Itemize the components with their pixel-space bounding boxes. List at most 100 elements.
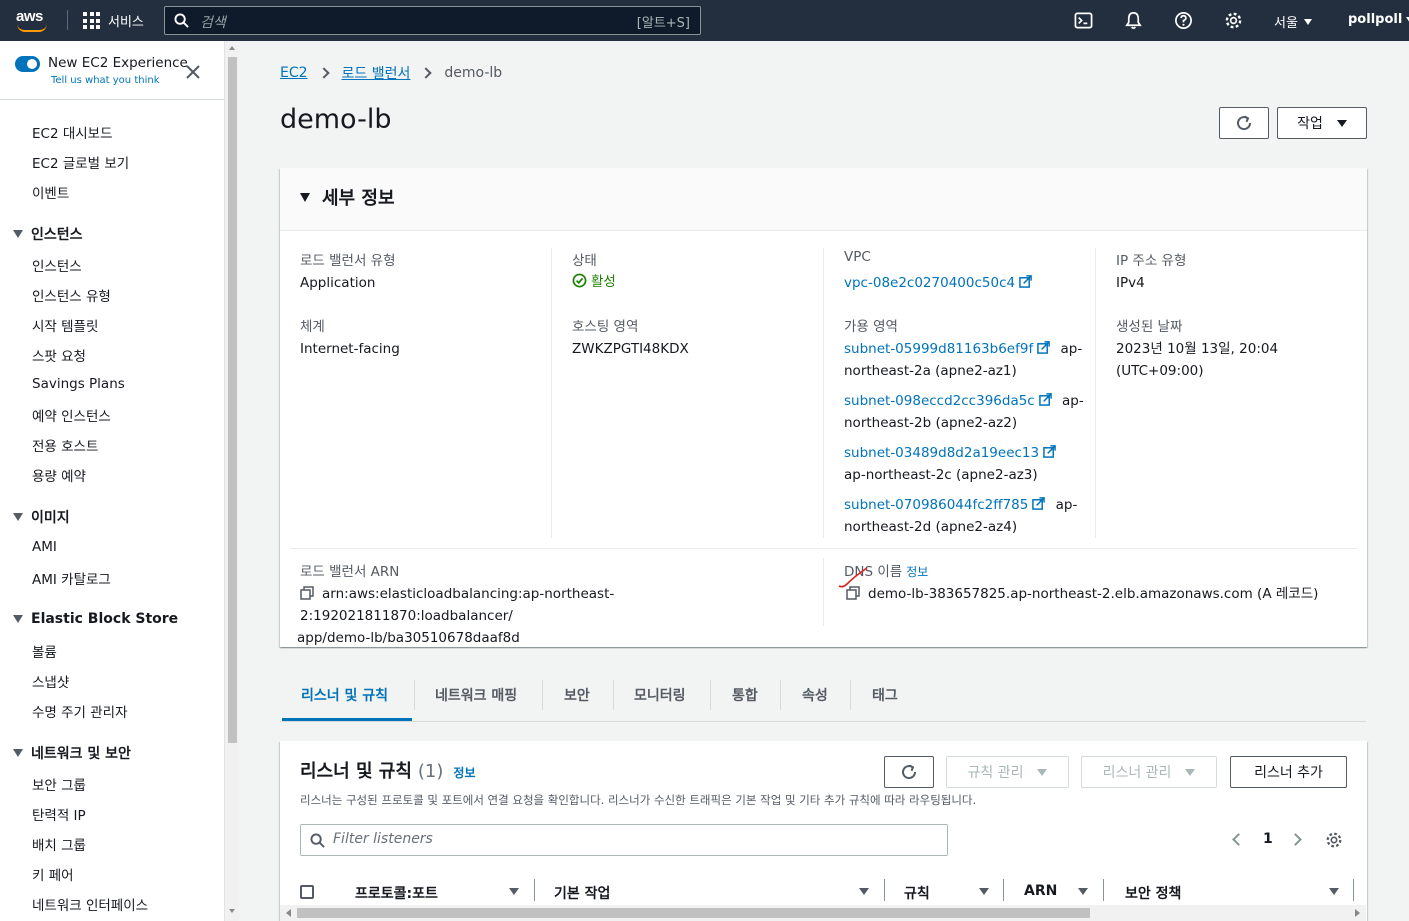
tab-listeners-rules[interactable]: 리스너 및 규칙 bbox=[301, 685, 388, 705]
sidebar-item-security-groups[interactable]: 보안 그룹 bbox=[32, 774, 86, 794]
actions-dropdown-button[interactable]: 작업 bbox=[1277, 107, 1367, 139]
sidebar-item-capacity-reservations[interactable]: 용량 예약 bbox=[32, 465, 86, 485]
preferences-gear-icon[interactable] bbox=[1325, 831, 1343, 849]
sidebar-item-network-interfaces[interactable]: 네트워크 인터페이스 bbox=[32, 894, 148, 914]
help-icon[interactable] bbox=[1174, 11, 1193, 30]
sidebar-item-ami-catalog[interactable]: AMI 카탈로그 bbox=[32, 568, 111, 588]
subnet-zone-cont: ap-northeast-2c (apne2-az3) bbox=[844, 467, 1038, 483]
breadcrumb-load-balancers[interactable]: 로드 밸런서 bbox=[342, 63, 411, 83]
sidebar-item-elastic-ip[interactable]: 탄력적 IP bbox=[32, 804, 86, 824]
sidebar-item-volumes[interactable]: 볼륨 bbox=[32, 641, 57, 661]
listeners-refresh-button[interactable] bbox=[884, 756, 934, 788]
account-menu[interactable]: pollpoll bbox=[1348, 12, 1409, 27]
column-divider[interactable] bbox=[1353, 879, 1354, 901]
copy-icon[interactable] bbox=[846, 586, 860, 600]
sidebar-item-snapshots[interactable]: 스냅샷 bbox=[32, 671, 69, 691]
sidebar-item-key-pairs[interactable]: 키 페어 bbox=[32, 864, 74, 884]
tab-monitoring[interactable]: 모니터링 bbox=[634, 685, 686, 705]
close-icon[interactable] bbox=[185, 64, 201, 80]
sidebar-item-ami[interactable]: AMI bbox=[32, 539, 57, 555]
tab-network-mapping[interactable]: 네트워크 매핑 bbox=[435, 685, 517, 705]
column-divider[interactable] bbox=[1103, 879, 1104, 901]
column-divider bbox=[823, 248, 824, 538]
column-header-default-action[interactable]: 기본 작업 bbox=[554, 883, 610, 903]
listeners-info-link[interactable]: 정보 bbox=[453, 764, 475, 781]
column-header-rules[interactable]: 규칙 bbox=[904, 883, 930, 903]
sort-caret-icon[interactable] bbox=[1078, 888, 1088, 895]
refresh-button[interactable] bbox=[1219, 107, 1269, 139]
scroll-up-arrow-icon[interactable] bbox=[229, 46, 235, 50]
horizontal-scrollbar-thumb[interactable] bbox=[297, 908, 1090, 918]
tab-integrations[interactable]: 통합 bbox=[732, 685, 758, 705]
search-input[interactable]: 검색 [알트+S] bbox=[164, 6, 701, 35]
external-link-icon[interactable] bbox=[1038, 393, 1052, 406]
sidebar-item-reserved-instances[interactable]: 예약 인스턴스 bbox=[32, 405, 111, 425]
column-header-protocol-port[interactable]: 프로토콜:포트 bbox=[355, 883, 438, 903]
subnet-link[interactable]: subnet-05999d81163b6ef9f bbox=[844, 341, 1033, 357]
manage-listener-button[interactable]: 리스너 관리 bbox=[1081, 756, 1217, 788]
sidebar-item-lifecycle-manager[interactable]: 수명 주기 관리자 bbox=[32, 701, 128, 721]
sort-caret-icon[interactable] bbox=[859, 888, 869, 895]
select-all-checkbox[interactable] bbox=[300, 885, 314, 899]
feedback-link[interactable]: Tell us what you think bbox=[51, 75, 160, 86]
manage-rules-button[interactable]: 규칙 관리 bbox=[946, 756, 1069, 788]
sidebar-section-instances[interactable]: 인스턴스 bbox=[13, 224, 83, 244]
sidebar-item-ec2-dashboard[interactable]: EC2 대시보드 bbox=[32, 122, 113, 142]
sidebar-item-launch-templates[interactable]: 시작 템플릿 bbox=[32, 315, 98, 335]
scroll-left-arrow-icon[interactable] bbox=[286, 909, 291, 917]
subnet-link[interactable]: subnet-098eccd2cc396da5c bbox=[844, 393, 1035, 409]
column-header-arn[interactable]: ARN bbox=[1024, 883, 1057, 899]
sidebar-item-spot-requests[interactable]: 스팟 요청 bbox=[32, 345, 86, 365]
copy-icon[interactable] bbox=[300, 586, 314, 600]
sidebar-item-instance-types[interactable]: 인스턴스 유형 bbox=[32, 285, 111, 305]
add-listener-button[interactable]: 리스너 추가 bbox=[1230, 756, 1347, 788]
external-link-icon[interactable] bbox=[1019, 275, 1032, 288]
sidebar-section-images[interactable]: 이미지 bbox=[13, 507, 70, 527]
region-selector[interactable]: 서울 bbox=[1274, 12, 1312, 31]
subnet-link[interactable]: subnet-070986044fc2ff785 bbox=[844, 497, 1028, 513]
column-divider[interactable] bbox=[1003, 879, 1004, 901]
column-divider[interactable] bbox=[884, 879, 885, 901]
sidebar-item-savings-plans[interactable]: Savings Plans bbox=[32, 376, 125, 392]
column-divider[interactable] bbox=[534, 879, 535, 901]
tab-tags[interactable]: 태그 bbox=[872, 685, 898, 705]
services-menu-button[interactable]: 서비스 bbox=[83, 11, 144, 30]
details-header[interactable]: 세부 정보 bbox=[280, 168, 1367, 231]
sort-caret-icon[interactable] bbox=[979, 888, 989, 895]
scroll-right-arrow-icon[interactable] bbox=[1355, 909, 1360, 917]
sort-caret-icon[interactable] bbox=[1329, 888, 1339, 895]
chevron-right-icon[interactable] bbox=[1288, 832, 1302, 846]
sidebar-scrollbar[interactable] bbox=[224, 41, 239, 921]
sidebar-scrollbar-thumb[interactable] bbox=[228, 57, 237, 743]
subnet-link[interactable]: subnet-03489d8d2a19eec13 bbox=[844, 445, 1039, 461]
page-number[interactable]: 1 bbox=[1263, 831, 1273, 847]
bell-icon[interactable] bbox=[1124, 11, 1143, 30]
sidebar-section-network-security[interactable]: 네트워크 및 보안 bbox=[13, 743, 131, 763]
table-horizontal-scrollbar[interactable] bbox=[280, 905, 1366, 921]
sidebar-item-ec2-global-view[interactable]: EC2 글로벌 보기 bbox=[32, 152, 129, 172]
external-link-icon[interactable] bbox=[1043, 445, 1056, 458]
sidebar-item-placement-groups[interactable]: 배치 그룹 bbox=[32, 834, 86, 854]
sidebar-item-events[interactable]: 이벤트 bbox=[32, 182, 69, 202]
search-icon bbox=[174, 13, 189, 28]
tab-attributes[interactable]: 속성 bbox=[802, 685, 828, 705]
dns-info-link[interactable]: 정보 bbox=[906, 565, 928, 579]
vpc-link[interactable]: vpc-08e2c0270400c50c4 bbox=[844, 275, 1015, 291]
new-experience-toggle[interactable] bbox=[15, 56, 40, 72]
tab-security[interactable]: 보안 bbox=[564, 685, 590, 705]
settings-gear-icon[interactable] bbox=[1224, 11, 1243, 30]
external-link-icon[interactable] bbox=[1032, 497, 1046, 510]
sidebar-section-ebs[interactable]: Elastic Block Store bbox=[13, 611, 178, 627]
sort-caret-icon[interactable] bbox=[509, 888, 519, 895]
cloudshell-icon[interactable] bbox=[1074, 11, 1093, 30]
sidebar-item-instances[interactable]: 인스턴스 bbox=[32, 255, 82, 275]
scroll-down-arrow-icon[interactable] bbox=[229, 909, 235, 913]
subnet-zone: ap- bbox=[1060, 341, 1083, 357]
breadcrumb-ec2[interactable]: EC2 bbox=[280, 65, 308, 81]
sidebar-item-dedicated-hosts[interactable]: 전용 호스트 bbox=[32, 435, 98, 455]
external-link-icon[interactable] bbox=[1037, 341, 1051, 354]
filter-listeners-input[interactable]: Filter listeners bbox=[300, 824, 948, 856]
column-header-security-policy[interactable]: 보안 정책 bbox=[1125, 883, 1181, 903]
aws-logo[interactable]: aws bbox=[16, 8, 50, 32]
chevron-left-icon[interactable] bbox=[1232, 832, 1245, 846]
